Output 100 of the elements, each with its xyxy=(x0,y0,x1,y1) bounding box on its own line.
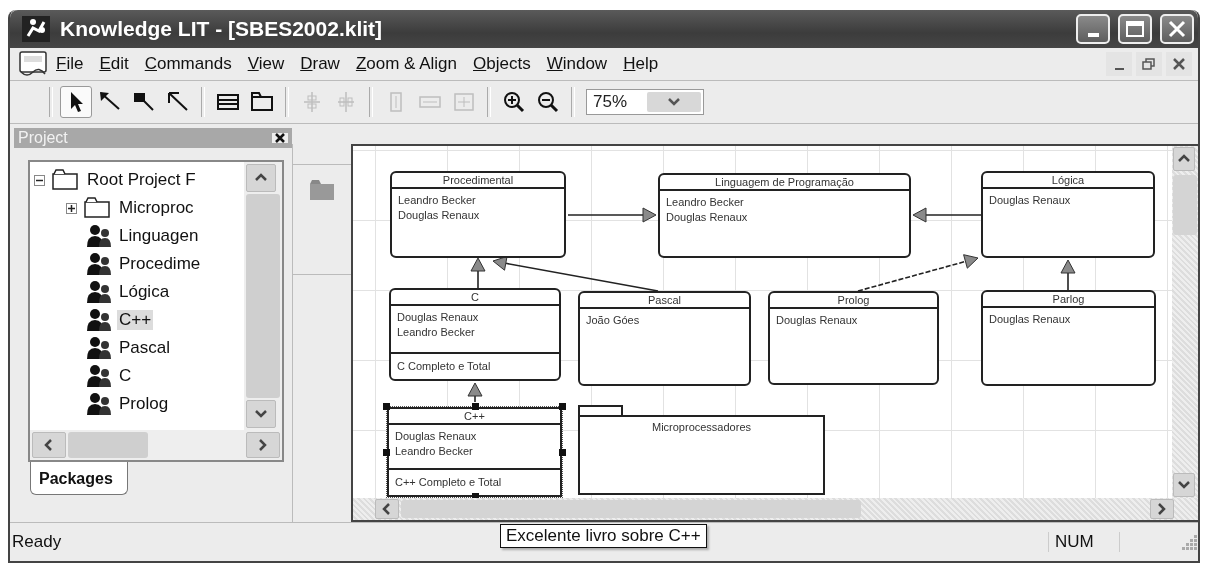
resize-handle[interactable] xyxy=(559,403,566,410)
menu-item[interactable]: View xyxy=(239,52,293,76)
class-name: Parlog xyxy=(983,292,1154,308)
status-text: Ready xyxy=(12,532,62,552)
zoom-out-icon xyxy=(535,89,561,115)
author-name: Douglas Renaux xyxy=(395,429,477,444)
close-button[interactable] xyxy=(272,133,288,143)
close-icon xyxy=(275,133,285,143)
scroll-up-button[interactable] xyxy=(1173,147,1195,171)
author-name: Douglas Renaux xyxy=(398,208,480,223)
generalization-arrow[interactable] xyxy=(467,382,483,403)
document-icon xyxy=(18,50,48,78)
resize-handle[interactable] xyxy=(471,403,479,410)
book-title: C++ Completo e Total xyxy=(395,475,502,490)
tree-item[interactable]: Prolog xyxy=(117,394,171,414)
resize-handle[interactable] xyxy=(383,403,390,410)
class-name: Lógica xyxy=(983,173,1153,189)
tree-item[interactable]: Linguagen xyxy=(117,226,201,246)
class-name: Prolog xyxy=(770,293,937,309)
menu-item[interactable]: Commands xyxy=(136,52,240,76)
class-node[interactable]: Prolog Douglas Renaux xyxy=(768,291,939,385)
app-icon xyxy=(20,14,52,44)
horizontal-scrollbar[interactable] xyxy=(353,498,1198,520)
resize-handle[interactable] xyxy=(559,449,566,456)
restore-button[interactable] xyxy=(1136,52,1162,76)
tree-item[interactable]: Pascal xyxy=(117,338,173,358)
tree-item[interactable]: Lógica xyxy=(117,282,172,302)
horizontal-scrollbar[interactable] xyxy=(30,430,282,460)
minimize-button[interactable] xyxy=(1076,14,1110,44)
tool-button[interactable] xyxy=(60,86,92,118)
tree-item[interactable]: C++ xyxy=(117,310,154,330)
class-node[interactable]: Pascal João Góes xyxy=(578,291,751,386)
class-node[interactable]: Parlog Douglas Renaux xyxy=(981,290,1156,386)
author-name: Douglas Renaux xyxy=(397,310,479,325)
tree-item[interactable]: Root Project F xyxy=(85,170,198,190)
expand-toggle[interactable] xyxy=(66,202,77,214)
author-name: Douglas Renaux xyxy=(989,312,1071,327)
menu-item[interactable]: Objects xyxy=(465,52,539,76)
generalization-arrow[interactable] xyxy=(492,255,659,292)
class-node[interactable]: Lógica Douglas Renaux xyxy=(981,171,1155,258)
scroll-up-button[interactable] xyxy=(246,164,276,192)
book-title: C Completo e Total xyxy=(397,359,491,374)
scroll-right-button[interactable] xyxy=(246,432,280,458)
minimize-button[interactable] xyxy=(1106,52,1132,76)
author-name: Leandro Becker xyxy=(398,193,476,208)
vertical-scrollbar[interactable] xyxy=(1172,146,1198,498)
generalization-arrow[interactable] xyxy=(567,207,657,223)
scroll-thumb[interactable] xyxy=(401,500,861,518)
tree-item[interactable]: C xyxy=(117,366,134,386)
menu-item[interactable]: Window xyxy=(538,52,616,76)
menu-item[interactable]: Draw xyxy=(292,52,348,76)
menu-item[interactable]: Help xyxy=(615,52,667,76)
class-node[interactable]: C++ Douglas Renaux Leandro Becker C++ Completo e Total xyxy=(387,407,562,497)
generalization-arrow[interactable] xyxy=(1060,259,1076,291)
generalization-arrow[interactable] xyxy=(912,207,982,223)
minimize-icon xyxy=(1114,68,1124,70)
folder-icon xyxy=(51,167,79,193)
scroll-left-button[interactable] xyxy=(32,432,66,458)
folder-icon xyxy=(83,195,111,221)
zoom-dropdown[interactable]: 75% xyxy=(586,89,704,115)
resize-grip-icon[interactable] xyxy=(1180,533,1198,551)
scroll-thumb[interactable] xyxy=(68,432,148,458)
scroll-left-button[interactable] xyxy=(375,499,399,519)
num-lock-indicator: NUM xyxy=(1048,532,1120,552)
author-name: Douglas Renaux xyxy=(989,193,1071,208)
class-node[interactable]: Linguagem de Programação Leandro Becker Douglas Renaux xyxy=(658,173,911,258)
restore-icon xyxy=(1142,57,1156,71)
chevron-down-icon xyxy=(667,97,681,107)
generalization-arrow[interactable] xyxy=(470,257,486,289)
plus-icon xyxy=(68,204,75,212)
folder-icon xyxy=(309,179,335,201)
maximize-icon xyxy=(1125,20,1145,38)
scroll-down-button[interactable] xyxy=(1173,473,1195,497)
scroll-down-button[interactable] xyxy=(246,400,276,428)
panel-tab[interactable]: Packages xyxy=(30,462,128,495)
scroll-right-button[interactable] xyxy=(1150,499,1174,519)
class-name: Procedimental xyxy=(392,173,564,189)
resize-handle[interactable] xyxy=(471,493,479,498)
class-node[interactable]: Procedimental Leandro Becker Douglas Renaux xyxy=(390,171,566,258)
class-name: Linguagem de Programação xyxy=(660,175,909,191)
tree-item[interactable]: Procedime xyxy=(117,254,203,274)
resize-handle[interactable] xyxy=(383,449,390,456)
diagram-canvas[interactable] xyxy=(353,146,1172,498)
scroll-thumb[interactable] xyxy=(246,194,280,398)
window-title: Knowledge LIT - [SBES2002.klit] xyxy=(60,17,384,41)
menu-item[interactable]: Zoom & Align xyxy=(347,52,465,76)
author-name: Leandro Becker xyxy=(397,325,475,340)
close-button[interactable] xyxy=(1160,14,1194,44)
vertical-scrollbar[interactable] xyxy=(244,162,282,430)
author-name: Leandro Becker xyxy=(666,195,744,210)
author-name: Douglas Renaux xyxy=(666,210,748,225)
tree-item[interactable]: Microproc xyxy=(117,198,196,218)
scroll-thumb[interactable] xyxy=(1173,175,1197,235)
collapse-toggle[interactable] xyxy=(34,174,45,186)
maximize-button[interactable] xyxy=(1118,14,1152,44)
author-name: Douglas Renaux xyxy=(776,313,858,328)
menu-item[interactable]: Edit xyxy=(91,52,137,76)
menu-item[interactable]: File xyxy=(48,52,92,76)
dependency-arrow[interactable] xyxy=(857,254,979,292)
class-node[interactable]: C Douglas Renaux Leandro Becker C Completo e Total xyxy=(389,288,561,381)
